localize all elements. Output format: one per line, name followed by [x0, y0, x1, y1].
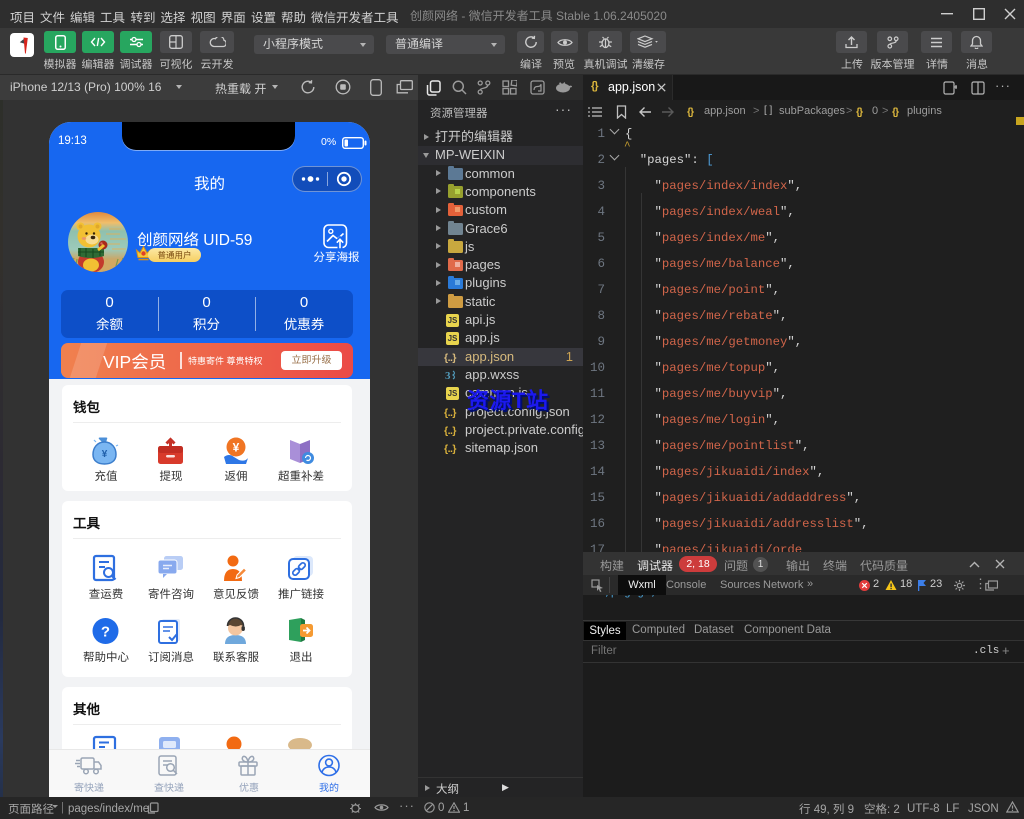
svg-text:3: 3 — [445, 370, 451, 381]
svg-text:¥: ¥ — [233, 441, 240, 455]
svg-text:?: ? — [101, 624, 110, 641]
svg-text:¥: ¥ — [102, 449, 108, 460]
